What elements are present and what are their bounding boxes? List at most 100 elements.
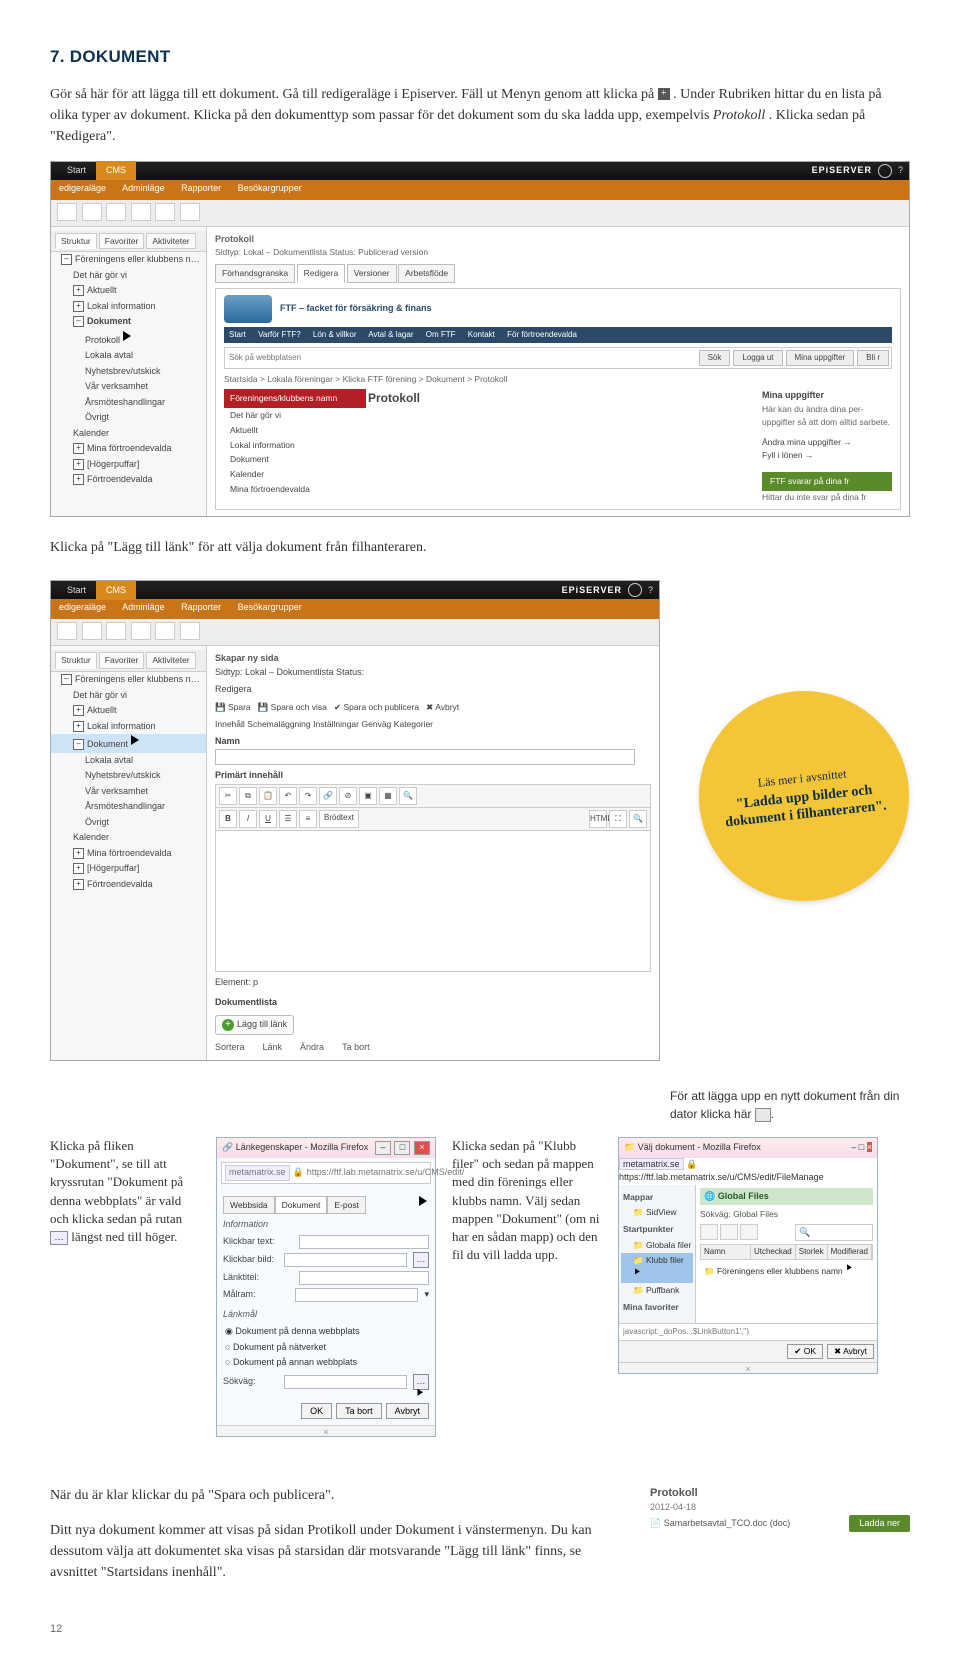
close-icon[interactable]: × xyxy=(867,1142,872,1152)
list-icon[interactable]: ☰ xyxy=(279,810,297,828)
remove-button[interactable]: Ta bort xyxy=(336,1403,382,1419)
side-item[interactable]: 📁 SidView xyxy=(621,1205,693,1220)
inner-tab[interactable]: Inställningar xyxy=(313,719,359,729)
tree-item-selected[interactable]: –Dokument xyxy=(51,734,206,753)
tree-item[interactable]: Nyhetsbrev/utskick xyxy=(51,364,206,380)
search-icon[interactable]: 🔍 xyxy=(399,787,417,805)
radio-option[interactable]: ◉ Dokument på denna webbplats xyxy=(225,1325,429,1339)
toolbar-btn[interactable] xyxy=(180,203,200,221)
bold-icon[interactable]: B xyxy=(219,810,237,828)
tree-item[interactable]: +Förtroendevalda xyxy=(51,877,206,893)
action-sortera[interactable]: Sortera xyxy=(215,1041,245,1055)
radio-option[interactable]: ○ Dokument på annan webbplats xyxy=(225,1356,429,1370)
browse-button[interactable]: … xyxy=(413,1252,429,1268)
subnav-item[interactable]: Besökargrupper xyxy=(238,183,302,193)
download-button[interactable]: Ladda ner xyxy=(849,1515,910,1533)
viewtab[interactable]: Redigera xyxy=(297,264,346,283)
tree-item[interactable]: Övrigt xyxy=(51,815,206,831)
tool-btn[interactable] xyxy=(740,1224,758,1240)
subnav-item[interactable]: edigeraläge xyxy=(59,183,106,193)
action-lank[interactable]: Länk xyxy=(263,1041,283,1055)
toolbar-btn[interactable] xyxy=(155,622,175,640)
path-input[interactable] xyxy=(284,1375,407,1389)
action-tabort[interactable]: Ta bort xyxy=(342,1041,370,1055)
toolbar-btn[interactable] xyxy=(82,622,102,640)
viewtab[interactable]: Versioner xyxy=(347,264,397,283)
tree-tab-aktiviteter[interactable]: Aktiviteter xyxy=(146,233,195,250)
toolbar-btn[interactable] xyxy=(155,203,175,221)
tree-item[interactable]: Vår verksamhet xyxy=(51,784,206,800)
site-nav-item[interactable]: Om FTF xyxy=(426,330,456,339)
targetframe-input[interactable] xyxy=(295,1288,418,1302)
action-andra[interactable]: Ändra xyxy=(300,1041,324,1055)
tree-item[interactable]: –Föreningens eller klubbens namn xyxy=(51,672,206,688)
tree-item[interactable]: +Aktuellt xyxy=(51,283,206,299)
file-row[interactable]: 📁 Föreningens eller klubbens namn xyxy=(700,1260,873,1280)
site-nav-item[interactable]: Avtal & lagar xyxy=(368,330,413,339)
linktitle-input[interactable] xyxy=(299,1271,429,1285)
ok-button[interactable]: ✔ OK xyxy=(787,1344,823,1359)
col-header[interactable]: Modifierad xyxy=(828,1245,872,1259)
search-input[interactable] xyxy=(227,351,696,364)
toolbar-btn[interactable] xyxy=(131,622,151,640)
subnav-item[interactable]: Adminläge xyxy=(122,183,165,193)
tab-cms[interactable]: CMS xyxy=(96,161,136,181)
cut-icon[interactable]: ✂ xyxy=(219,787,237,805)
green-cta[interactable]: FTF svarar på dina fr xyxy=(762,472,892,491)
table-icon[interactable]: ▦ xyxy=(379,787,397,805)
logout-button[interactable]: Logga ut xyxy=(733,350,782,366)
tree-item[interactable]: +Aktuellt xyxy=(51,703,206,719)
tree-item[interactable]: +Mina förtroendevalda xyxy=(51,441,206,457)
dialog-tab[interactable]: Dokument xyxy=(275,1196,328,1215)
tree-item[interactable]: Lokala avtal xyxy=(51,348,206,364)
link-icon[interactable]: 🔗 xyxy=(319,787,337,805)
toolbar-btn[interactable] xyxy=(82,203,102,221)
cancel-btn[interactable]: Avbryt xyxy=(435,702,459,712)
paste-icon[interactable]: 📋 xyxy=(259,787,277,805)
tree-item[interactable]: Kalender xyxy=(51,830,206,846)
subnav-item[interactable]: Adminläge xyxy=(122,602,165,612)
inner-tab[interactable]: Schemaläggning xyxy=(247,719,310,729)
tool-btn[interactable] xyxy=(720,1224,738,1240)
style-select[interactable]: Brödtext xyxy=(319,810,359,828)
close-icon[interactable]: × xyxy=(414,1141,430,1155)
zoom-icon[interactable]: 🔍 xyxy=(629,810,647,828)
numlist-icon[interactable]: ≡ xyxy=(299,810,317,828)
dialog-tab[interactable]: E-post xyxy=(327,1196,366,1215)
tree-item[interactable]: +Mina förtroendevalda xyxy=(51,846,206,862)
sidebar-item[interactable]: Mina förtroendevalda xyxy=(224,482,354,497)
tree-tab-struktur[interactable]: Struktur xyxy=(55,233,97,250)
copy-icon[interactable]: ⧉ xyxy=(239,787,257,805)
save-view-btn[interactable]: Spara och visa xyxy=(271,702,327,712)
myinfo-button[interactable]: Mina uppgifter xyxy=(786,350,855,366)
tree-item[interactable]: +[Högerpuffar] xyxy=(51,861,206,877)
tree-item[interactable]: Årsmöteshandlingar xyxy=(51,395,206,411)
viewtab[interactable]: Arbetsflöde xyxy=(398,264,455,283)
sidebar-item[interactable]: Lokal information xyxy=(224,438,354,453)
tab-start[interactable]: Start xyxy=(57,581,96,601)
minimize-icon[interactable]: – xyxy=(375,1141,391,1155)
toolbar-btn[interactable] xyxy=(57,622,77,640)
toolbar-btn[interactable] xyxy=(131,203,151,221)
side-item[interactable]: 📁 Globala filer xyxy=(621,1238,693,1253)
tree-tab-favoriter[interactable]: Favoriter xyxy=(99,233,145,250)
unlink-icon[interactable]: ⊘ xyxy=(339,787,357,805)
inner-tab[interactable]: Innehåll xyxy=(215,719,245,729)
tree-item[interactable]: Det här gör vi xyxy=(51,688,206,704)
help-icon[interactable]: ? xyxy=(898,164,903,178)
richtext-area[interactable] xyxy=(215,831,651,972)
viewtab[interactable]: Förhandsgranska xyxy=(215,264,295,283)
toolbar-btn[interactable] xyxy=(106,622,126,640)
tree-item[interactable]: Vår verksamhet xyxy=(51,379,206,395)
undo-icon[interactable]: ↶ xyxy=(279,787,297,805)
help-icon[interactable]: ? xyxy=(648,584,653,598)
browse-button[interactable]: … xyxy=(413,1374,429,1390)
minimize-icon[interactable]: – xyxy=(851,1142,856,1152)
tree-item[interactable]: Protokoll xyxy=(51,330,206,349)
edit-tab[interactable]: Redigera xyxy=(215,684,252,694)
underline-icon[interactable]: U xyxy=(259,810,277,828)
subnav-item[interactable]: edigeraläge xyxy=(59,602,106,612)
site-nav-item[interactable]: Varför FTF? xyxy=(258,330,301,339)
right-link[interactable]: Fyll i lönen → xyxy=(762,449,892,462)
save-btn[interactable]: Spara xyxy=(228,702,251,712)
